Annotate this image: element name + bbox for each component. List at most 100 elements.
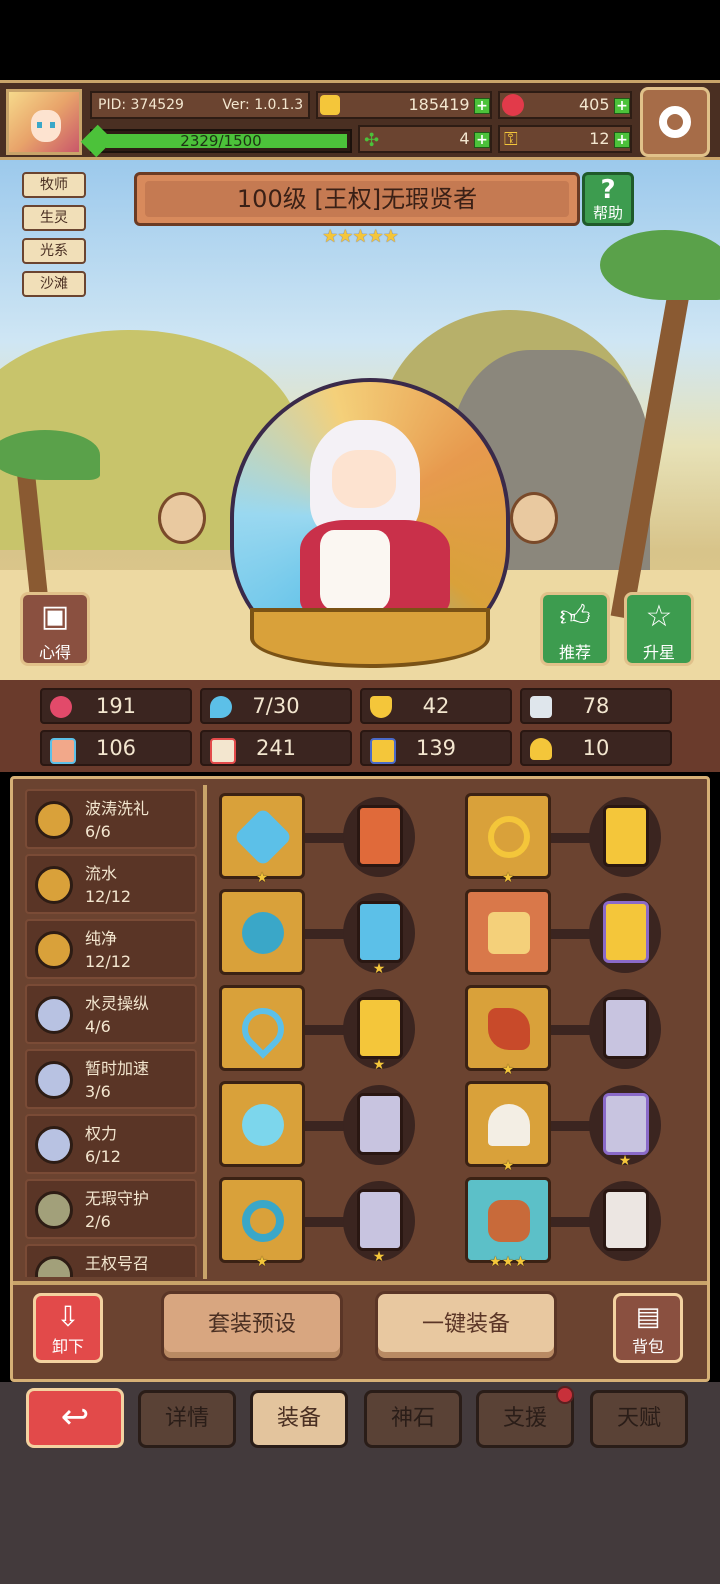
equip-slot-rose[interactable] bbox=[219, 1081, 305, 1167]
version-label: Ver: 1.0.1.3 bbox=[222, 97, 304, 113]
rune-slot[interactable]: ★ bbox=[343, 989, 415, 1073]
notes-button[interactable]: ▣ 心得 bbox=[20, 592, 90, 666]
tab-talent[interactable]: 天赋 bbox=[590, 1390, 688, 1448]
stat-mana: 7/30 bbox=[200, 688, 352, 724]
prev-hero-arrow[interactable] bbox=[158, 492, 206, 544]
gem-counter: 405 + bbox=[498, 91, 632, 119]
equip-slot-weapon[interactable]: ★ bbox=[219, 793, 305, 886]
notification-badge bbox=[556, 1386, 574, 1404]
player-avatar[interactable] bbox=[6, 89, 82, 155]
recommend-button[interactable]: 👍︎ 推荐 bbox=[540, 592, 610, 666]
hero-star-rating: ★★★★★ bbox=[322, 226, 399, 247]
equip-slot-crown[interactable]: ★ bbox=[465, 793, 551, 886]
rune-slot[interactable] bbox=[589, 989, 661, 1069]
slot-stars: ★ bbox=[501, 870, 515, 886]
rune-slot[interactable]: ★ bbox=[343, 1181, 415, 1265]
slot-stars: ★ bbox=[255, 1254, 269, 1270]
glove-icon bbox=[488, 1008, 530, 1050]
hero-scene: 牧师 生灵 光系 沙滩 100级 [王权]无瑕贤者 ★★★★★ ? 帮助 ▣ 心… bbox=[0, 160, 720, 680]
add-key-button[interactable]: + bbox=[614, 132, 630, 148]
unequip-label: 卸下 bbox=[51, 1337, 84, 1356]
stat-hp: 191 bbox=[40, 688, 192, 724]
set-name: 水灵操纵 bbox=[85, 994, 150, 1013]
equip-slot-belt[interactable]: ★ bbox=[465, 1081, 551, 1174]
set-item[interactable]: 纯净 12/12 bbox=[25, 919, 197, 979]
rune-card-icon bbox=[603, 997, 649, 1059]
back-button[interactable]: ↩ bbox=[26, 1388, 124, 1448]
boot-icon bbox=[370, 738, 396, 764]
rune-stars: ★ bbox=[372, 1249, 386, 1265]
rune-slot[interactable]: ★ bbox=[343, 893, 415, 977]
rune-card-icon bbox=[357, 901, 403, 963]
player-id: PID: 374529 bbox=[98, 97, 184, 113]
gold-coin-icon bbox=[320, 95, 340, 115]
set-count: 2/6 bbox=[85, 1212, 111, 1231]
upgrade-star-button[interactable]: ☆ 升星 bbox=[624, 592, 694, 666]
help-button[interactable]: ? 帮助 bbox=[582, 172, 634, 226]
heart-necklace-icon bbox=[233, 999, 293, 1059]
rune-slot[interactable]: ★ bbox=[589, 1085, 661, 1169]
set-bonus-list[interactable]: 波涛洗礼 6/6 流水 12/12 纯净 12/12 水灵操纵 4/6 暂时加速 3/6 … bbox=[25, 789, 205, 1277]
feather-icon bbox=[530, 696, 552, 718]
backpack-button[interactable]: ▤ 背包 bbox=[613, 1293, 683, 1363]
set-name: 纯净 bbox=[85, 929, 118, 948]
bronze-coin-icon bbox=[35, 1256, 73, 1277]
equip-slot-necklace[interactable] bbox=[219, 985, 305, 1071]
hero-title-banner: 100级 [王权]无瑕贤者 bbox=[134, 172, 580, 226]
rune-slot[interactable] bbox=[589, 1181, 661, 1261]
rune-slot[interactable] bbox=[343, 1085, 415, 1165]
horseshoe-icon bbox=[530, 738, 552, 760]
set-name: 无瑕守护 bbox=[85, 1189, 150, 1208]
hero-sprite[interactable] bbox=[300, 420, 450, 620]
add-gem-button[interactable]: + bbox=[614, 98, 630, 114]
help-label: 帮助 bbox=[592, 204, 623, 222]
rune-card-icon bbox=[603, 805, 649, 867]
stat-value: 241 bbox=[255, 736, 297, 760]
set-item[interactable]: 无瑕守护 2/6 bbox=[25, 1179, 197, 1239]
clover-value: 4 bbox=[459, 129, 470, 148]
set-item[interactable]: 王权号召 bbox=[25, 1244, 197, 1277]
set-item[interactable]: 权力 6/12 bbox=[25, 1114, 197, 1174]
set-preset-button[interactable]: 套装预设 bbox=[161, 1291, 343, 1361]
backpack-icon: ▤ bbox=[635, 1302, 661, 1332]
settings-button[interactable] bbox=[640, 87, 710, 157]
equip-slot-orb[interactable] bbox=[219, 889, 305, 975]
equip-slot-glove[interactable]: ★ bbox=[465, 985, 551, 1078]
key-counter: ⚿ 12 + bbox=[498, 125, 632, 153]
silver-coin-icon bbox=[35, 996, 73, 1034]
fist-icon bbox=[50, 738, 76, 764]
tab-details[interactable]: 详情 bbox=[138, 1390, 236, 1448]
stat-value: 7/30 bbox=[252, 694, 300, 718]
clover-counter: ✣ 4 + bbox=[358, 125, 492, 153]
key-icon: ⚿ bbox=[504, 129, 518, 150]
set-item[interactable]: 暂时加速 3/6 bbox=[25, 1049, 197, 1109]
notes-icon: ▣ bbox=[40, 599, 70, 634]
rune-card-icon bbox=[357, 997, 403, 1059]
experience-text: 2329/1500 bbox=[180, 132, 262, 150]
stat-attack: 106 bbox=[40, 730, 192, 766]
set-item[interactable]: 波涛洗礼 6/6 bbox=[25, 789, 197, 849]
set-item[interactable]: 流水 12/12 bbox=[25, 854, 197, 914]
set-count: 12/12 bbox=[85, 952, 132, 971]
gold-coin-icon bbox=[35, 801, 73, 839]
unequip-button[interactable]: ⇩ 卸下 bbox=[33, 1293, 103, 1363]
tab-godstone[interactable]: 神石 bbox=[364, 1390, 462, 1448]
equip-slot-boots[interactable]: ★★★ bbox=[465, 1177, 551, 1270]
next-hero-arrow[interactable] bbox=[510, 492, 558, 544]
rune-card-icon bbox=[357, 1189, 403, 1251]
rune-card-icon bbox=[357, 1093, 403, 1155]
rune-slot[interactable] bbox=[343, 797, 415, 877]
rune-card-icon bbox=[603, 1189, 649, 1251]
rune-slot[interactable] bbox=[589, 797, 661, 877]
set-count: 6/12 bbox=[85, 1147, 121, 1166]
stat-value: 139 bbox=[415, 736, 457, 760]
stat-defense: 42 bbox=[360, 688, 512, 724]
set-item[interactable]: 水灵操纵 4/6 bbox=[25, 984, 197, 1044]
auto-equip-button[interactable]: 一键装备 bbox=[375, 1291, 557, 1361]
equip-slot-ring[interactable]: ★ bbox=[219, 1177, 305, 1270]
equip-slot-armor[interactable] bbox=[465, 889, 551, 975]
add-gold-button[interactable]: + bbox=[474, 98, 490, 114]
add-clover-button[interactable]: + bbox=[474, 132, 490, 148]
tab-equipment[interactable]: 装备 bbox=[250, 1390, 348, 1448]
rune-slot[interactable] bbox=[589, 893, 661, 973]
